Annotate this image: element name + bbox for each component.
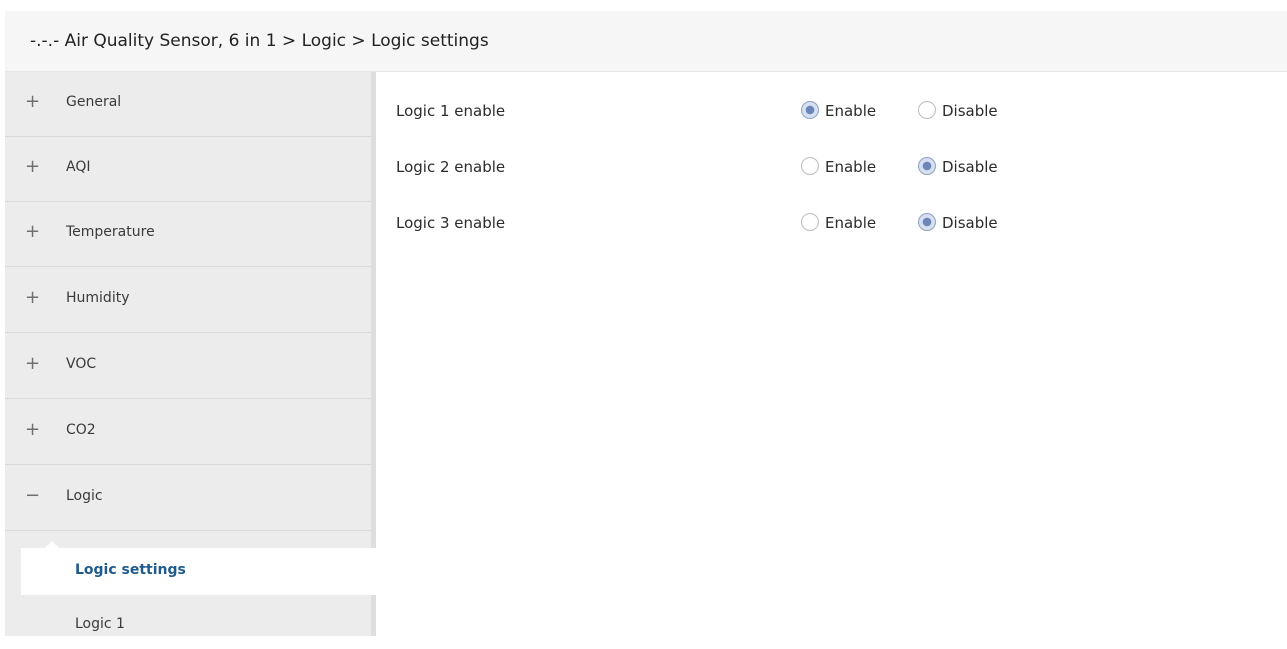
setting-label: Logic 2 enable	[396, 158, 506, 176]
radio-label: Disable	[942, 102, 998, 120]
sidebar-item-label: AQI	[66, 159, 91, 175]
radio-label: Enable	[825, 102, 877, 120]
radio-circle	[801, 157, 819, 175]
sidebar-item-label: VOC	[66, 356, 97, 372]
sidebar-item-aqi[interactable]: + AQI	[5, 137, 371, 202]
sidebar-item-label: General	[66, 94, 122, 110]
sidebar-item-temperature[interactable]: + Temperature	[5, 202, 371, 267]
sidebar-item-humidity[interactable]: + Humidity	[5, 268, 371, 333]
radio-circle	[801, 213, 819, 231]
setting-row-logic-3: Logic 3 enable Enable Disable	[396, 212, 1096, 236]
radio-label: Disable	[942, 214, 998, 232]
sidebar-subitem-label: Logic 1	[75, 616, 125, 632]
setting-row-logic-2: Logic 2 enable Enable Disable	[396, 156, 1096, 180]
radio-circle	[918, 157, 936, 175]
collapse-minus-icon: −	[25, 485, 41, 506]
sidebar-subitem-logic-settings[interactable]: Logic settings	[21, 541, 376, 595]
setting-label: Logic 3 enable	[396, 214, 506, 232]
sidebar-item-label: CO2	[66, 422, 96, 438]
selection-notch	[45, 541, 59, 548]
sidebar-item-voc[interactable]: + VOC	[5, 334, 371, 399]
expand-plus-icon: +	[25, 221, 41, 242]
setting-label: Logic 1 enable	[396, 102, 506, 120]
sidebar-subitem-label: Logic settings	[75, 562, 186, 578]
radio-circle	[801, 101, 819, 119]
expand-plus-icon: +	[25, 287, 41, 308]
sidebar-item-co2[interactable]: + CO2	[5, 400, 371, 465]
radio-label: Enable	[825, 214, 877, 232]
expand-plus-icon: +	[25, 91, 41, 112]
radio-circle	[918, 213, 936, 231]
expand-plus-icon: +	[25, 419, 41, 440]
sidebar: + General + AQI + Temperature + Humidity…	[5, 72, 376, 636]
sidebar-item-label: Logic	[66, 488, 103, 504]
setting-row-logic-1: Logic 1 enable Enable Disable	[396, 100, 1096, 124]
breadcrumb-title: -.-.- Air Quality Sensor, 6 in 1 > Logic…	[30, 31, 489, 51]
expand-plus-icon: +	[25, 156, 41, 177]
sidebar-item-logic[interactable]: − Logic	[5, 466, 371, 531]
title-bar: -.-.- Air Quality Sensor, 6 in 1 > Logic…	[5, 11, 1287, 72]
sidebar-item-label: Temperature	[66, 224, 155, 240]
expand-plus-icon: +	[25, 353, 41, 374]
sidebar-item-general[interactable]: + General	[5, 72, 371, 137]
radio-label: Disable	[942, 158, 998, 176]
sidebar-item-label: Humidity	[66, 290, 130, 306]
radio-label: Enable	[825, 158, 877, 176]
radio-circle	[918, 101, 936, 119]
sidebar-subitem-logic-1[interactable]: Logic 1	[21, 602, 376, 649]
